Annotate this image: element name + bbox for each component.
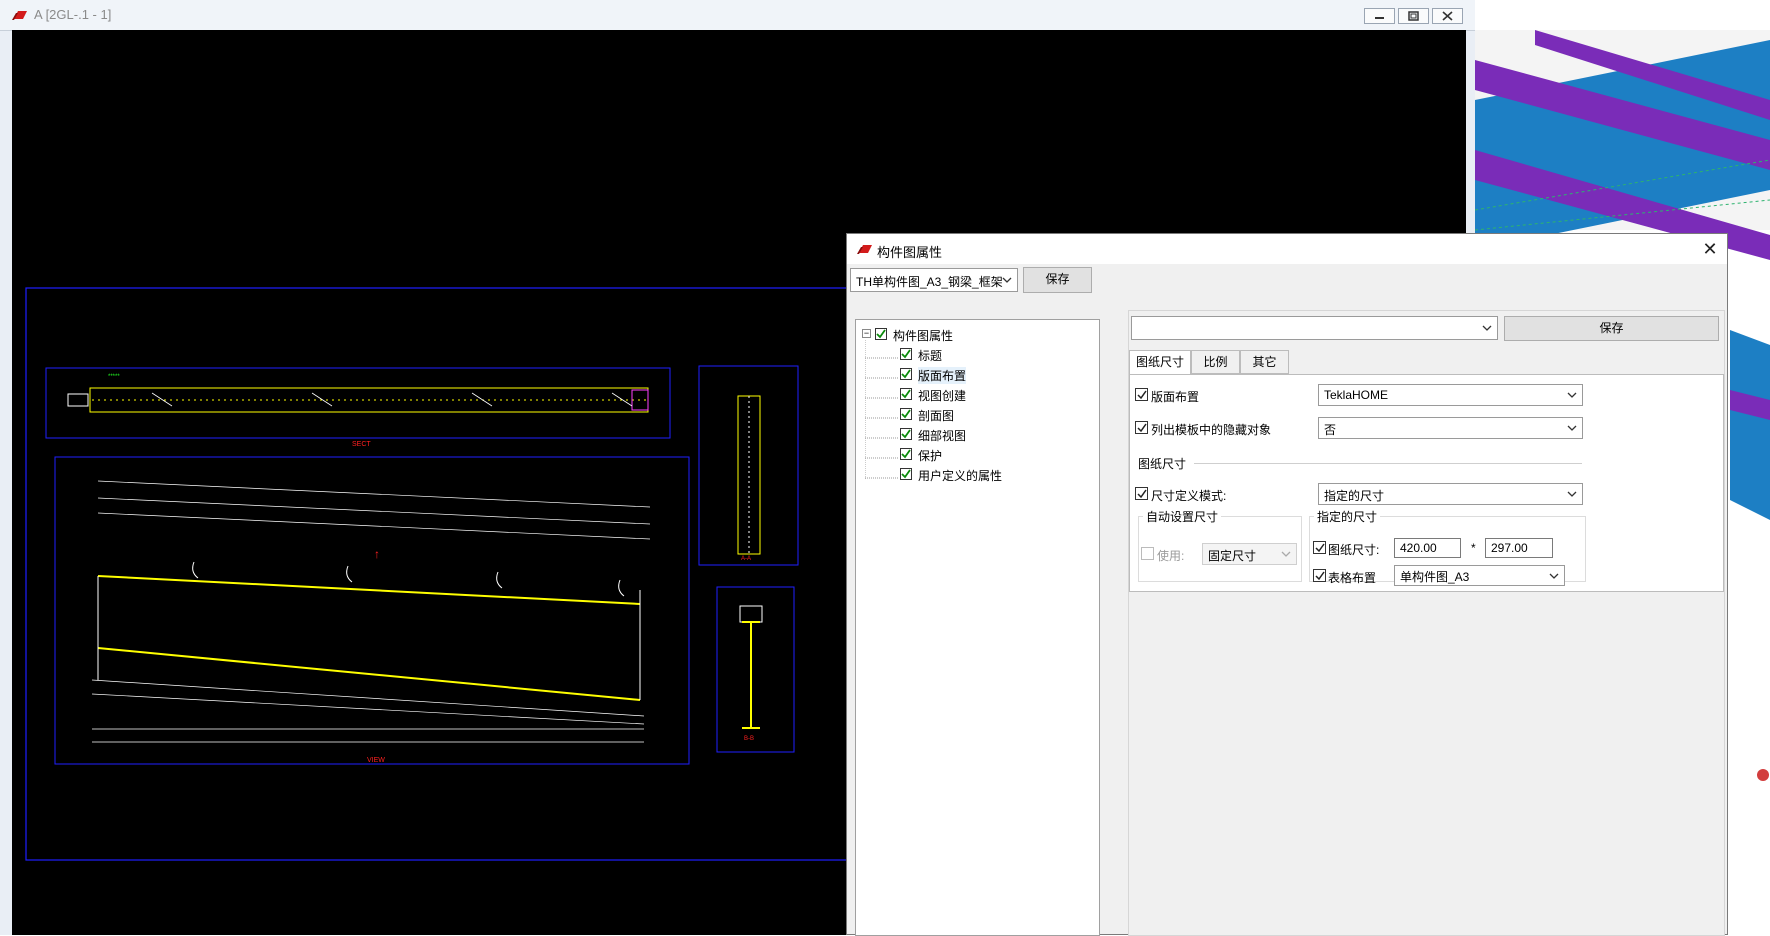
svg-text:↑: ↑ (374, 547, 380, 561)
paper-width-input[interactable]: 420.00 (1394, 538, 1461, 558)
chevron-down-icon (1002, 277, 1012, 283)
layout-label: 版面布置 (1151, 390, 1200, 404)
tekla-app-icon (12, 11, 27, 20)
save-preset-button[interactable]: 保存 (1023, 267, 1092, 293)
table-layout-label: 表格布置 (1328, 571, 1377, 585)
tab-scale[interactable]: 比例 (1191, 350, 1240, 374)
tab-other[interactable]: 其它 (1240, 350, 1289, 374)
chevron-down-icon (1281, 551, 1291, 557)
section-view-a: A-A (698, 365, 799, 566)
size-mode-select[interactable]: 指定的尺寸 (1318, 483, 1583, 505)
use-label: 使用: (1157, 549, 1185, 563)
restore-icon (1408, 11, 1419, 21)
list-hidden-checkbox[interactable] (1135, 421, 1148, 434)
list-hidden-select[interactable]: 否 (1318, 417, 1583, 439)
tab-paper-size[interactable]: 图纸尺寸 (1129, 350, 1191, 375)
tree-lines (865, 340, 899, 480)
restore-button[interactable] (1398, 8, 1429, 24)
size-mode-checkbox[interactable] (1135, 487, 1148, 500)
preset-select[interactable]: TH单构件图_A3_钢梁_框架 (850, 268, 1018, 292)
drawing-properties-dialog: 构件图属性 ✕ TH单构件图_A3_钢梁_框架 保存 − 构件图属性 标题 版面… (846, 233, 1728, 936)
paper-size-section-title: 图纸尺寸 (1138, 457, 1187, 471)
dialog-titlebar: 构件图属性 ✕ (847, 234, 1727, 264)
drawing-title: A [2GL-.1 - 1] (34, 7, 112, 22)
list-hidden-label: 列出模板中的隐藏对象 (1151, 423, 1272, 437)
size-mode-label: 尺寸定义模式: (1151, 489, 1227, 503)
panel-save-button[interactable]: 保存 (1504, 316, 1719, 341)
dialog-close-button[interactable]: ✕ (1699, 239, 1721, 259)
svg-text:*****: ***** (108, 374, 120, 380)
minimize-button[interactable] (1364, 8, 1395, 24)
section-divider (1194, 463, 1582, 464)
specified-size-group-label: 指定的尺寸 (1314, 508, 1381, 525)
svg-text:VIEW: VIEW (367, 757, 385, 764)
close-icon: ✕ (1702, 239, 1718, 259)
paper-height-input[interactable]: 297.00 (1485, 538, 1553, 558)
checkbox-icon[interactable] (875, 328, 887, 340)
close-icon (1442, 11, 1453, 21)
collapse-icon[interactable]: − (862, 329, 871, 338)
table-layout-checkbox[interactable] (1313, 569, 1326, 582)
paper-size-checkbox[interactable] (1313, 541, 1326, 554)
svg-text:B-B: B-B (744, 736, 754, 742)
elevation-view: ↑ VIEW (54, 456, 690, 765)
layout-select[interactable]: TeklaHOME (1318, 384, 1583, 406)
svg-text:SECT: SECT (352, 441, 371, 448)
auto-size-group-label: 自动设置尺寸 (1143, 508, 1222, 525)
minimize-icon (1375, 17, 1384, 19)
svg-text:A-A: A-A (741, 556, 751, 562)
tekla-app-icon (857, 245, 872, 254)
times-label: * (1471, 541, 1476, 555)
section-view-b: B-B (716, 586, 795, 753)
use-select[interactable]: 固定尺寸 (1202, 543, 1297, 565)
chevron-down-icon (1482, 325, 1492, 331)
chevron-down-icon (1567, 491, 1577, 497)
dialog-title: 构件图属性 (877, 245, 943, 260)
paper-size-pane: 版面布置 TeklaHOME 列出模板中的隐藏对象 否 图纸尺寸 尺寸定义模式:… (1129, 374, 1724, 592)
use-checkbox[interactable] (1141, 547, 1154, 560)
chevron-down-icon (1549, 573, 1559, 579)
properties-tree: − 构件图属性 标题 版面布置 视图创建 剖面图 细部视图 保护 用户定义的属性 (855, 319, 1100, 936)
panel-preset-select[interactable] (1131, 316, 1498, 340)
top-view: ***** SECT (45, 367, 671, 448)
layout-checkbox[interactable] (1135, 388, 1148, 401)
chevron-down-icon (1567, 392, 1577, 398)
paper-size-label: 图纸尺寸: (1328, 543, 1380, 557)
table-layout-select[interactable]: 单构件图_A3 (1394, 565, 1565, 586)
close-button[interactable] (1432, 8, 1463, 24)
drawing-titlebar: A [2GL-.1 - 1] (0, 0, 1475, 31)
chevron-down-icon (1567, 425, 1577, 431)
